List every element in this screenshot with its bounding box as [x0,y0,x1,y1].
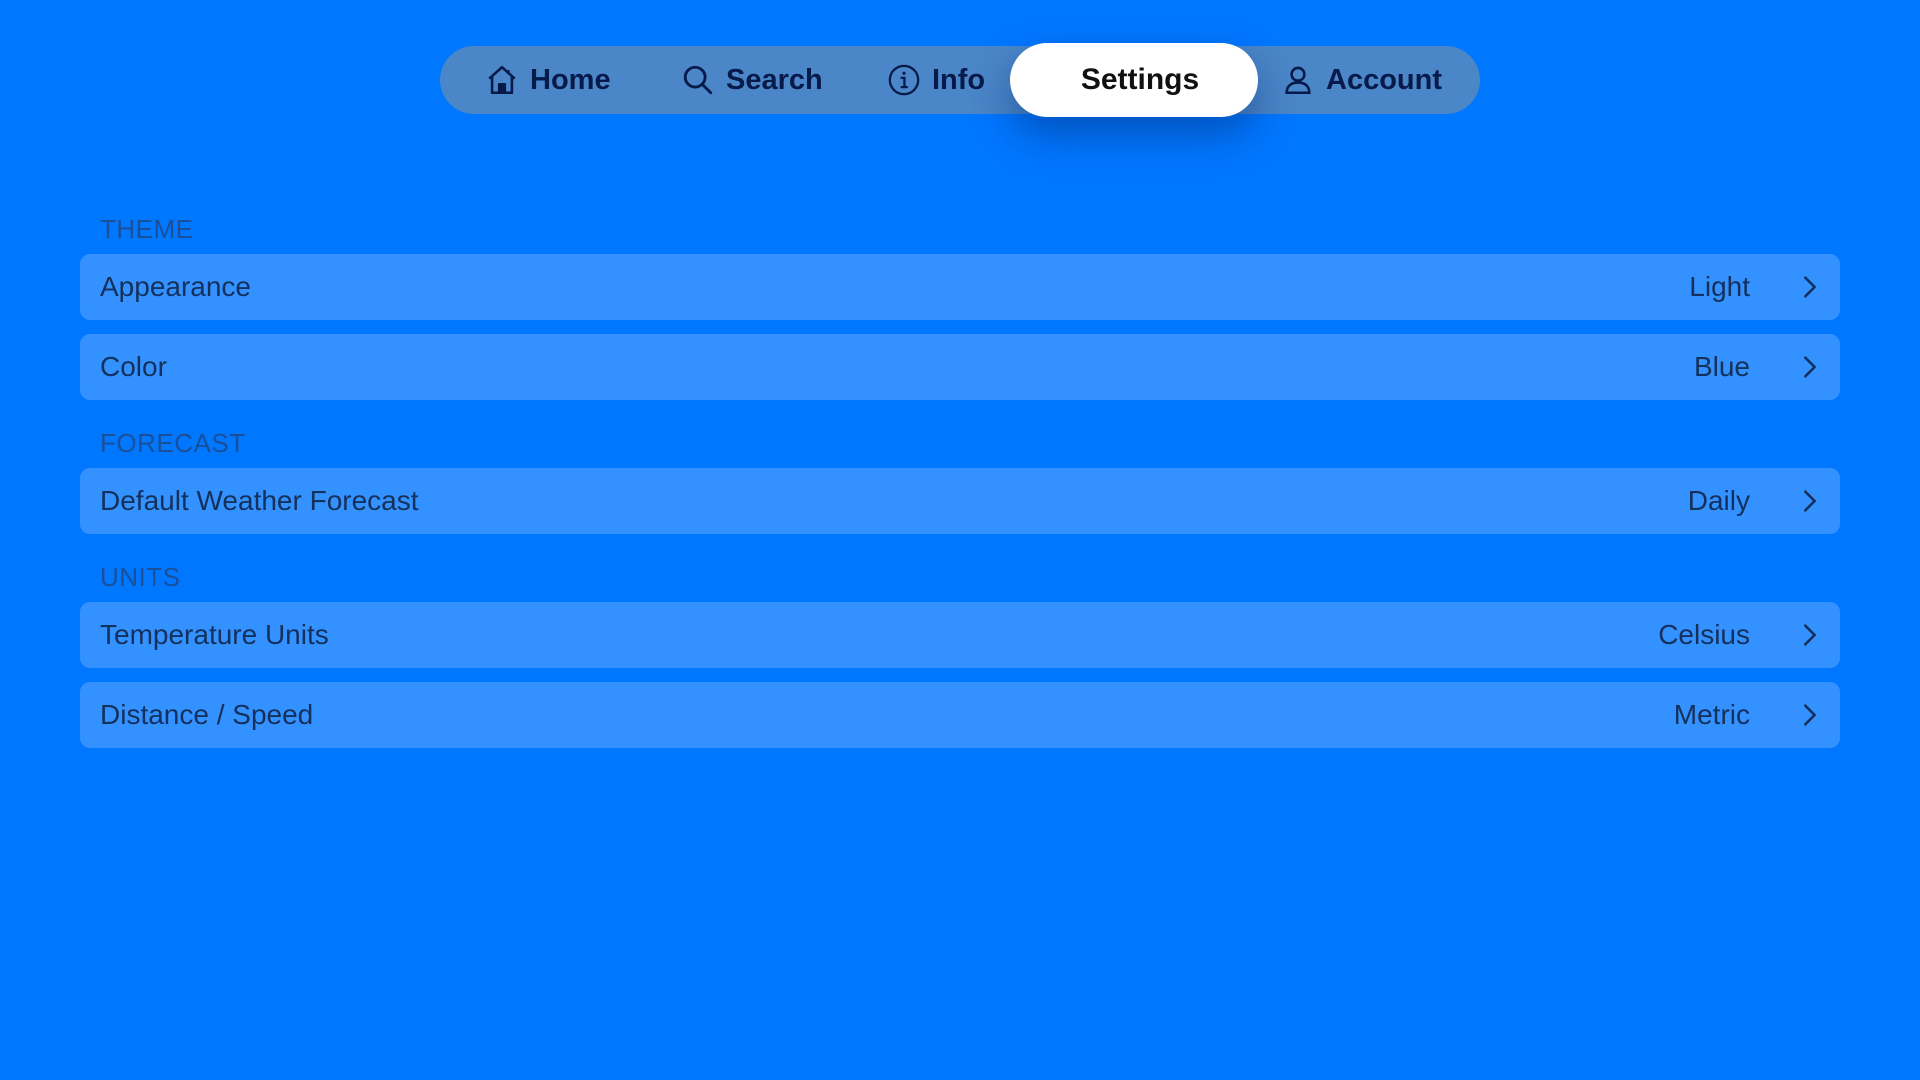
tab-account-label: Account [1326,63,1442,96]
row-label: Appearance [100,271,252,302]
row-label: Distance / Speed [100,699,314,730]
row-appearance[interactable]: Appearance Light [80,254,1840,320]
row-default-forecast[interactable]: Default Weather Forecast Daily [80,468,1840,534]
row-label: Temperature Units [100,619,329,650]
row-distance-speed[interactable]: Distance / Speed Metric [80,682,1840,748]
tab-settings-label: Settings [1080,63,1200,96]
section-header-theme: THEME [100,214,194,244]
chevron-right-icon [1800,701,1820,729]
tab-settings[interactable]: Settings [1010,43,1258,117]
tab-search[interactable]: Search [680,46,823,114]
person-icon [1280,62,1316,98]
tab-home-label: Home [530,63,611,96]
search-icon [680,62,716,98]
tab-info-label: Info [932,63,986,96]
chevron-right-icon [1800,621,1820,649]
row-value: Metric [1673,699,1750,730]
row-value: Daily [1687,485,1750,516]
chevron-right-icon [1800,487,1820,515]
section-header-units: UNITS [100,562,181,592]
tab-info[interactable]: Info [886,46,985,114]
info-icon [886,62,922,98]
tab-search-label: Search [726,63,823,96]
row-value: Light [1689,271,1750,302]
row-color[interactable]: Color Blue [80,334,1840,400]
row-temperature-units[interactable]: Temperature Units Celsius [80,602,1840,668]
tab-home[interactable]: Home [484,46,611,114]
row-value: Blue [1693,351,1750,382]
tab-account[interactable]: Account [1280,46,1442,114]
tab-bar: Home Search Info Settings Account [440,43,1480,117]
home-icon [484,62,520,98]
row-label: Color [100,351,167,382]
row-value: Celsius [1658,619,1750,650]
section-header-forecast: FORECAST [100,428,246,458]
row-label: Default Weather Forecast [100,485,419,516]
chevron-right-icon [1800,353,1820,381]
chevron-right-icon [1800,273,1820,301]
